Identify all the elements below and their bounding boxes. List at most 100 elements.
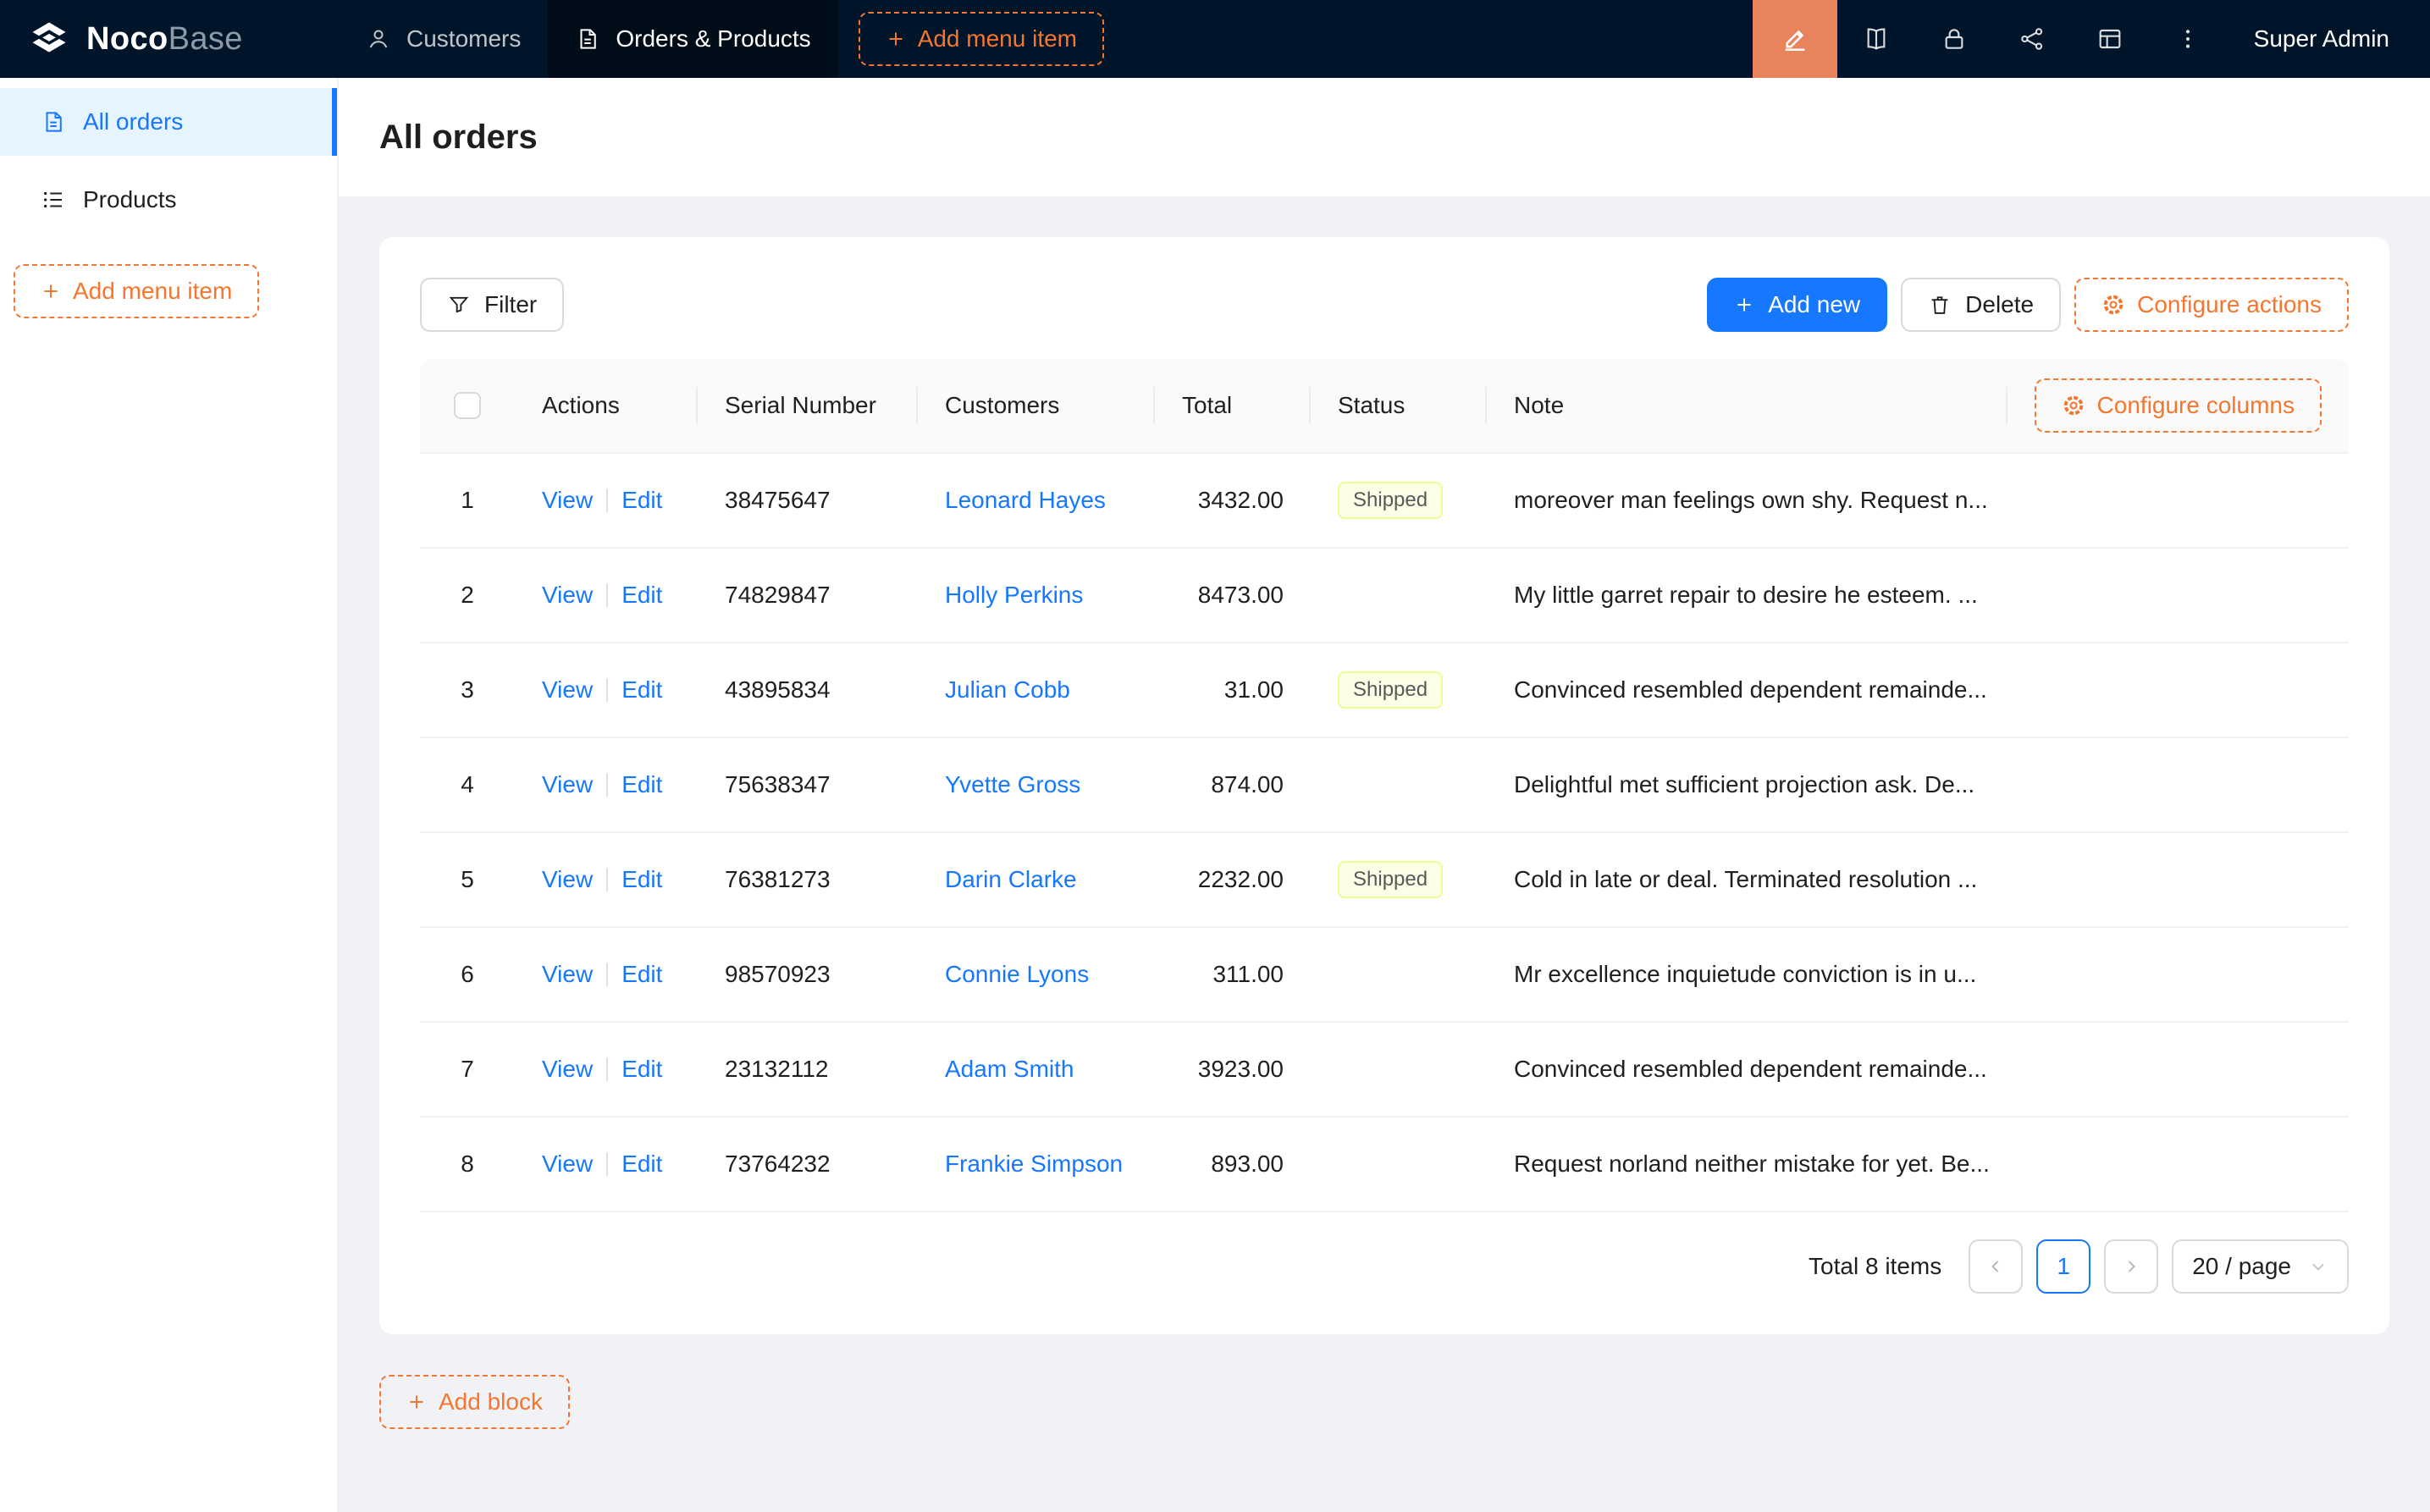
total-value: 893.00 <box>1211 1151 1284 1178</box>
view-link[interactable]: View <box>542 582 593 609</box>
edit-link[interactable]: Edit <box>621 1056 662 1083</box>
view-link[interactable]: View <box>542 1056 593 1083</box>
nav-tab-label: Orders & Products <box>616 25 810 52</box>
sidebar-item-label: All orders <box>83 108 183 135</box>
edit-link[interactable]: Edit <box>621 487 662 514</box>
settings-center-button[interactable] <box>2071 0 2149 78</box>
table-row[interactable]: 6 View Edit 98570923 Connie Lyons 311.00… <box>420 928 2349 1023</box>
view-link[interactable]: View <box>542 1151 593 1178</box>
customer-link[interactable]: Holly Perkins <box>945 582 1083 609</box>
table-row[interactable]: 1 View Edit 38475647 Leonard Hayes 3432.… <box>420 454 2349 549</box>
customer-link[interactable]: Darin Clarke <box>945 866 1077 893</box>
delete-label: Delete <box>1965 291 2034 318</box>
serial-number-value: 98570923 <box>725 961 831 988</box>
api-button[interactable] <box>1993 0 2071 78</box>
next-page-button[interactable] <box>2104 1239 2158 1294</box>
docs-button[interactable] <box>1837 0 1915 78</box>
customer-link[interactable]: Leonard Hayes <box>945 487 1106 514</box>
configure-columns-label: Configure columns <box>2097 392 2295 419</box>
serial-number-value: 73764232 <box>725 1151 831 1178</box>
column-header-status[interactable]: Status <box>1311 392 1487 419</box>
ui-editor-button[interactable] <box>1753 0 1837 78</box>
sidebar-item-all-orders[interactable]: All orders <box>0 88 337 156</box>
edit-link[interactable]: Edit <box>621 676 662 704</box>
edit-link[interactable]: Edit <box>621 866 662 893</box>
nocobase-cube-icon <box>27 17 71 61</box>
view-link[interactable]: View <box>542 487 593 514</box>
view-link[interactable]: View <box>542 866 593 893</box>
logo-text-base: Base <box>168 21 243 57</box>
page-number-button[interactable]: 1 <box>2036 1239 2090 1294</box>
table-row[interactable]: 4 View Edit 75638347 Yvette Gross 874.00… <box>420 738 2349 833</box>
column-header-actions[interactable]: Actions <box>515 392 698 419</box>
orders-table: Actions Serial Number Customers Total St… <box>420 359 2349 1212</box>
action-divider <box>606 488 608 512</box>
add-new-label: Add new <box>1768 291 1860 318</box>
chevron-right-icon <box>2121 1256 2141 1277</box>
file-text-icon <box>41 109 66 135</box>
table-row[interactable]: 5 View Edit 76381273 Darin Clarke 2232.0… <box>420 833 2349 928</box>
column-header-customers[interactable]: Customers <box>918 392 1155 419</box>
edit-link[interactable]: Edit <box>621 1151 662 1178</box>
table-row[interactable]: 8 View Edit 73764232 Frankie Simpson 893… <box>420 1117 2349 1212</box>
delete-button[interactable]: Delete <box>1901 278 2061 332</box>
page-size-select[interactable]: 20 / page <box>2172 1239 2349 1294</box>
orders-table-block: Filter Add new De <box>379 237 2389 1334</box>
select-all-checkbox[interactable] <box>454 392 481 419</box>
sidebar: All orders Products Add menu item <box>0 78 339 1512</box>
plus-icon <box>406 1392 427 1412</box>
table-row[interactable]: 2 View Edit 74829847 Holly Perkins 8473.… <box>420 549 2349 643</box>
add-menu-item-button-navbar[interactable]: Add menu item <box>859 12 1104 66</box>
view-link[interactable]: View <box>542 771 593 798</box>
customer-link[interactable]: Julian Cobb <box>945 676 1070 704</box>
action-divider <box>606 678 608 702</box>
configure-actions-button[interactable]: Configure actions <box>2074 278 2349 332</box>
table-row[interactable]: 7 View Edit 23132112 Adam Smith 3923.00 … <box>420 1023 2349 1117</box>
column-header-total[interactable]: Total <box>1155 392 1311 419</box>
note-value: Delightful met sufficient projection ask… <box>1514 771 1974 798</box>
filter-button[interactable]: Filter <box>420 278 564 332</box>
customer-link[interactable]: Connie Lyons <box>945 961 1089 988</box>
action-divider <box>606 1057 608 1081</box>
add-block-label: Add block <box>439 1388 543 1415</box>
nav-tab-customers[interactable]: Customers <box>339 0 548 78</box>
top-navbar: NocoBase Customers Orders & Products Add… <box>0 0 2430 78</box>
page-header: All orders <box>339 78 2430 196</box>
edit-link[interactable]: Edit <box>621 961 662 988</box>
security-button[interactable] <box>1915 0 1993 78</box>
table-row[interactable]: 3 View Edit 43895834 Julian Cobb 31.00 S… <box>420 643 2349 738</box>
add-menu-item-label: Add menu item <box>918 25 1077 52</box>
note-value: Request norland neither mistake for yet.… <box>1514 1151 1990 1178</box>
customer-link[interactable]: Adam Smith <box>945 1056 1074 1083</box>
book-icon <box>1863 25 1890 52</box>
add-menu-item-button-sidebar[interactable]: Add menu item <box>14 264 259 318</box>
prev-page-button[interactable] <box>1969 1239 2023 1294</box>
nav-tab-orders-products[interactable]: Orders & Products <box>548 0 837 78</box>
customer-link[interactable]: Frankie Simpson <box>945 1151 1123 1178</box>
layout-icon <box>2096 25 2123 52</box>
logo-text: NocoBase <box>86 21 243 58</box>
action-divider <box>606 773 608 797</box>
nav-tab-label: Customers <box>406 25 521 52</box>
configure-columns-button[interactable]: Configure columns <box>2035 378 2322 433</box>
edit-link[interactable]: Edit <box>621 582 662 609</box>
add-new-button[interactable]: Add new <box>1707 278 1887 332</box>
edit-link[interactable]: Edit <box>621 771 662 798</box>
gear-icon <box>2062 394 2085 417</box>
user-menu[interactable]: Super Admin <box>2227 25 2430 52</box>
column-header-note[interactable]: Note <box>1487 392 2008 419</box>
customer-link[interactable]: Yvette Gross <box>945 771 1080 798</box>
sidebar-item-products[interactable]: Products <box>0 166 337 234</box>
highlighter-icon <box>1781 25 1809 53</box>
total-value: 31.00 <box>1224 676 1284 704</box>
column-header-serial-number[interactable]: Serial Number <box>698 392 918 419</box>
view-link[interactable]: View <box>542 676 593 704</box>
nocobase-logo[interactable]: NocoBase <box>0 0 339 78</box>
add-menu-item-label: Add menu item <box>73 278 232 305</box>
serial-number-value: 43895834 <box>725 676 831 704</box>
more-button[interactable] <box>2149 0 2227 78</box>
add-block-button[interactable]: Add block <box>379 1375 570 1429</box>
total-value: 3432.00 <box>1198 487 1284 514</box>
table-header-row: Actions Serial Number Customers Total St… <box>420 359 2349 454</box>
view-link[interactable]: View <box>542 961 593 988</box>
